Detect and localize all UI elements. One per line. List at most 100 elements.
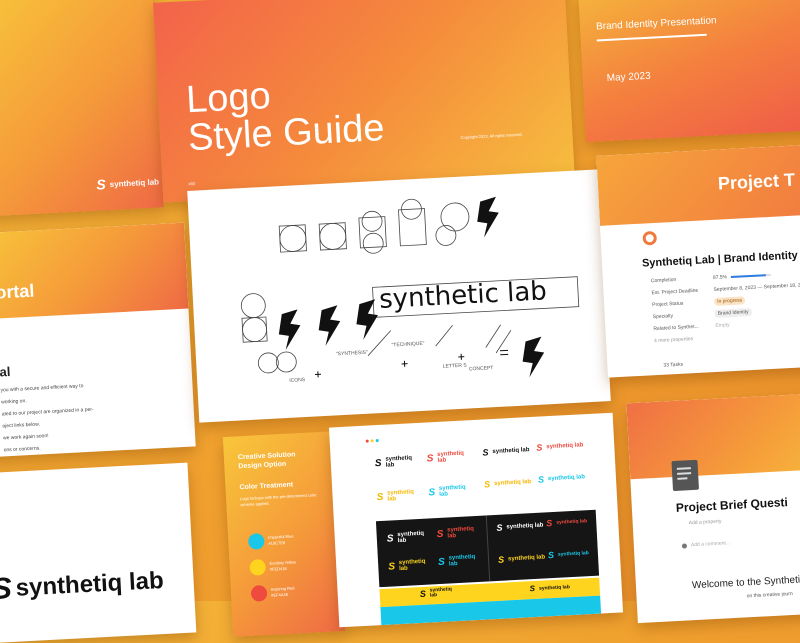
lockup-name: synthetiq lab — [558, 550, 589, 558]
card-presentation-cover: Brand Identity Presentation May 2023 — [578, 0, 800, 142]
swatch-hex: #EF4A3E — [271, 592, 288, 598]
lockup-name-bottom: lab — [430, 592, 438, 598]
lockup-red-on-dark: S synthetiqlab — [436, 526, 474, 540]
sketch-note-icons: ICONS — [289, 377, 305, 384]
s-mark-icon: S — [484, 479, 491, 489]
swatch-red — [251, 585, 268, 602]
prop-label: Specialty — [653, 311, 711, 320]
dark-lockup-panel: S synthetiqlab S synthetiqlab S syntheti… — [376, 510, 599, 587]
tasks-count[interactable]: 33 Tasks — [663, 362, 683, 369]
s-mark-icon: S — [376, 491, 383, 502]
prop-label: Completion — [651, 275, 709, 284]
project-props: Completion 87.5% Est. Project Deadline S… — [651, 266, 800, 347]
lockup-name-bottom: lab — [387, 496, 396, 502]
swatch-name: Impactful Blue — [268, 534, 294, 540]
lockup-name-bottom: lab — [439, 491, 448, 497]
questionnaire-title: Project Brief Questi — [676, 495, 789, 515]
swatch-hex: #19C7E8 — [268, 540, 285, 546]
presentation-title: Brand Identity Presentation — [596, 15, 717, 32]
brand-logo: S synthetiq lab — [96, 173, 159, 192]
s-mark-icon: S — [375, 457, 382, 468]
lockup-white-on-dark: S synthetiqlab — [387, 531, 425, 545]
card-style-guide-cover: Logo Style Guide Copyright 2023. All rig… — [153, 0, 575, 203]
project-header: Project T — [717, 170, 795, 195]
more-properties[interactable]: 4 more properties — [654, 336, 693, 344]
lockup-blue: S synthetiqlab — [428, 485, 466, 499]
color-title-1: Creative Solution — [238, 451, 296, 461]
s-mark-icon: S — [426, 453, 433, 464]
sketch-note-concept: CONCEPT — [469, 365, 494, 372]
wordmark-name: synthetiq lab — [15, 567, 164, 603]
lockup-name: synthetiq lab — [539, 584, 570, 592]
cover-title-line2: Style Guide — [187, 107, 385, 160]
color-desc: Logo lockups with the pre-determined col… — [240, 492, 325, 508]
avatar — [682, 543, 687, 548]
lockup-name: synthetiq lab — [506, 522, 543, 530]
card-brand-cover-left: S synthetiq lab — [0, 0, 164, 217]
lockup-name-bottom: lab — [437, 457, 446, 463]
lockup-name: synthetiq lab — [556, 518, 587, 526]
s-mark-icon: S — [96, 176, 106, 192]
swatch-row-blue: Impactful Blue #19C7E8 — [248, 532, 294, 550]
sketch-note-letter: LETTER S — [443, 363, 467, 370]
lockup-blue-horizontal: S synthetiq lab — [538, 472, 585, 484]
add-property-button[interactable]: Add a property — [689, 519, 722, 527]
swatch-name: Inspiring Red — [271, 586, 295, 592]
prop-label: Est. Project Deadline — [651, 287, 709, 296]
s-mark-icon: S — [496, 523, 503, 533]
add-comment-input[interactable]: Add a comment... — [691, 540, 730, 548]
lockup-blue-on-dark: S synthetiqlab — [438, 554, 476, 568]
prop-value: 87.5% — [713, 274, 727, 281]
lockup-name: synthetiq lab — [492, 447, 529, 455]
s-mark-icon: S — [538, 474, 545, 484]
card-client-portal: ortal al you with a secure and efficient… — [0, 223, 196, 458]
s-mark-icon: S — [387, 533, 394, 544]
lockup-name-bottom: lab — [398, 538, 407, 544]
lockup-name-bottom: lab — [399, 566, 408, 572]
window-dots — [366, 439, 379, 443]
prop-value: Empty — [715, 322, 729, 329]
lockup-black: S synthetiqlab — [375, 455, 413, 469]
s-mark-icon: S — [420, 589, 427, 599]
questionnaire-banner — [626, 393, 800, 479]
welcome-text: on this creative journ — [746, 591, 792, 599]
cover-page-label: #00 — [188, 181, 195, 186]
lockup-yellow-horizontal-dark: S synthetiq lab — [498, 552, 545, 564]
s-mark-icon: S — [0, 572, 13, 607]
status-badge: In progress — [714, 296, 745, 306]
comment-row[interactable]: Add a comment... — [682, 540, 730, 549]
prop-label: Related to Synthet... — [653, 323, 711, 332]
card-logo-sketches: synthetic lab ICONS "SYNTHESIS" "TECHNIQ… — [187, 169, 611, 422]
lockup-yellow: S synthetiqlab — [376, 489, 414, 503]
portal-title: ortal — [0, 281, 35, 304]
target-icon — [642, 231, 657, 246]
lockup-name: synthetiq lab — [508, 554, 545, 562]
lockup-name: synthetiq lab — [494, 479, 531, 487]
s-mark-icon: S — [428, 487, 435, 498]
swatch-name: Exciting Yellow — [269, 559, 296, 565]
s-mark-icon: S — [498, 555, 505, 565]
s-mark-icon: S — [388, 561, 395, 572]
lockup-name-bottom: lab — [447, 533, 456, 539]
lockup-name: synthetiq lab — [548, 474, 585, 482]
swatch-hex: #FED41E — [270, 566, 288, 572]
presentation-underline — [597, 34, 707, 42]
brand-name: synthetiq lab — [110, 177, 160, 189]
card-color-treatment: Creative Solution Design Option Color Tr… — [223, 431, 345, 637]
lockup-on-yellow: S synthetiqlab — [420, 587, 453, 599]
s-mark-icon: S — [436, 528, 443, 539]
swatch-row-yellow: Exciting Yellow #FED41E — [249, 557, 296, 575]
s-mark-icon: S — [548, 550, 555, 560]
swatch-yellow — [249, 559, 266, 576]
portal-text: you with a secure and efficient way to w… — [0, 375, 184, 456]
prop-label: Project Status — [652, 299, 710, 308]
lockup-white-horizontal-dark: S synthetiq lab — [496, 520, 543, 532]
lockup-red-horizontal: S synthetiq lab — [536, 440, 583, 452]
lockup-yellow-horizontal: S synthetiq lab — [484, 477, 531, 489]
card-logo-lockups: S synthetiqlab S synthetiqlab S syntheti… — [329, 413, 623, 628]
lockup-red: S synthetiqlab — [426, 451, 464, 465]
lockup-name-bottom: lab — [386, 462, 395, 468]
panel-divider — [486, 515, 490, 581]
s-mark-icon: S — [536, 442, 543, 452]
swatch-blue — [248, 533, 265, 550]
